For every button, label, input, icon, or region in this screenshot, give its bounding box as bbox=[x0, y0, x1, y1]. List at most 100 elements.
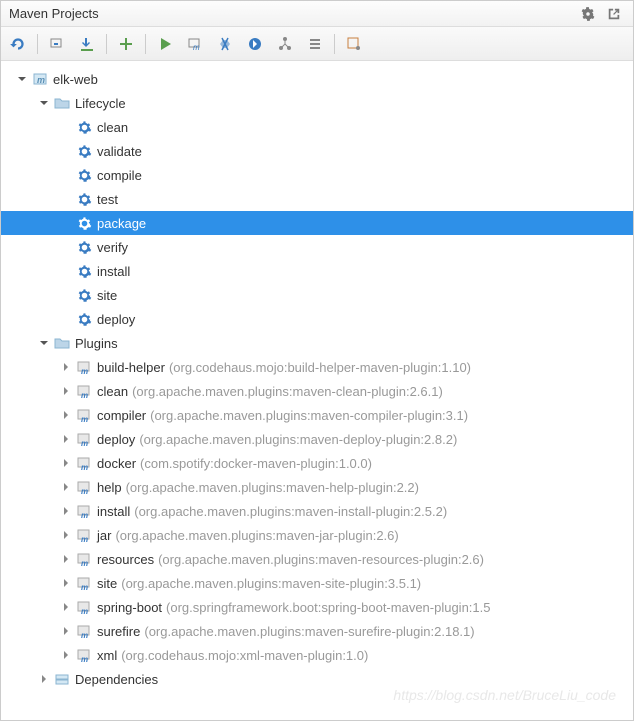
plugin-xml[interactable]: mxml(org.codehaus.mojo:xml-maven-plugin:… bbox=[1, 643, 633, 667]
svg-text:m: m bbox=[37, 75, 45, 85]
svg-text:m: m bbox=[81, 655, 88, 663]
gear-icon bbox=[75, 238, 93, 256]
panel-header: Maven Projects bbox=[1, 1, 633, 27]
minimize-icon[interactable] bbox=[603, 3, 625, 25]
chevron-down-icon[interactable] bbox=[15, 72, 29, 86]
plugin-site[interactable]: msite(org.apache.maven.plugins:maven-sit… bbox=[1, 571, 633, 595]
chevron-right-icon[interactable] bbox=[59, 504, 73, 518]
dependency-graph-icon[interactable] bbox=[274, 33, 296, 55]
svg-text:m: m bbox=[81, 487, 88, 495]
chevron-right-icon[interactable] bbox=[59, 528, 73, 542]
plugins-node[interactable]: Plugins bbox=[1, 331, 633, 355]
gear-icon bbox=[75, 142, 93, 160]
plugin-spring-boot[interactable]: mspring-boot(org.springframework.boot:sp… bbox=[1, 595, 633, 619]
gear-icon bbox=[75, 118, 93, 136]
download-icon[interactable] bbox=[76, 33, 98, 55]
svg-text:m: m bbox=[81, 463, 88, 471]
chevron-right-icon[interactable] bbox=[59, 360, 73, 374]
plugin-build-helper[interactable]: mbuild-helper(org.codehaus.mojo:build-he… bbox=[1, 355, 633, 379]
gear-icon bbox=[75, 214, 93, 232]
plugin-detail: (org.springframework.boot:spring-boot-ma… bbox=[166, 600, 490, 615]
plugin-install[interactable]: minstall(org.apache.maven.plugins:maven-… bbox=[1, 499, 633, 523]
plugin-label: surefire bbox=[97, 624, 140, 639]
lifecycle-goal-validate[interactable]: validate bbox=[1, 139, 633, 163]
gear-icon bbox=[75, 286, 93, 304]
lifecycle-goal-site[interactable]: site bbox=[1, 283, 633, 307]
dependencies-icon bbox=[53, 670, 71, 688]
header-actions bbox=[577, 3, 625, 25]
plugin-help[interactable]: mhelp(org.apache.maven.plugins:maven-hel… bbox=[1, 475, 633, 499]
plugin-label: site bbox=[97, 576, 117, 591]
plugin-icon: m bbox=[75, 550, 93, 568]
plugin-detail: (org.apache.maven.plugins:maven-jar-plug… bbox=[115, 528, 398, 543]
plugin-icon: m bbox=[75, 574, 93, 592]
lifecycle-goal-deploy[interactable]: deploy bbox=[1, 307, 633, 331]
goal-label: install bbox=[97, 264, 130, 279]
chevron-down-icon[interactable] bbox=[37, 96, 51, 110]
refresh-icon[interactable] bbox=[7, 33, 29, 55]
plugin-compiler[interactable]: mcompiler(org.apache.maven.plugins:maven… bbox=[1, 403, 633, 427]
lifecycle-node[interactable]: Lifecycle bbox=[1, 91, 633, 115]
plugin-label: build-helper bbox=[97, 360, 165, 375]
chevron-right-icon[interactable] bbox=[59, 432, 73, 446]
collapse-icon[interactable] bbox=[46, 33, 68, 55]
run-icon[interactable] bbox=[154, 33, 176, 55]
plugin-label: clean bbox=[97, 384, 128, 399]
goal-label: clean bbox=[97, 120, 128, 135]
lifecycle-goal-verify[interactable]: verify bbox=[1, 235, 633, 259]
svg-text:m: m bbox=[193, 43, 200, 52]
chevron-right-icon[interactable] bbox=[59, 600, 73, 614]
skip-tests-icon[interactable] bbox=[214, 33, 236, 55]
plugin-surefire[interactable]: msurefire(org.apache.maven.plugins:maven… bbox=[1, 619, 633, 643]
project-tree[interactable]: m elk-web Lifecycle clean validatecompiletes… bbox=[1, 61, 633, 720]
plugin-icon: m bbox=[75, 406, 93, 424]
plugin-icon: m bbox=[75, 526, 93, 544]
plugin-docker[interactable]: mdocker(com.spotify:docker-maven-plugin:… bbox=[1, 451, 633, 475]
chevron-right-icon[interactable] bbox=[59, 576, 73, 590]
gear-icon bbox=[75, 190, 93, 208]
dependencies-node[interactable]: Dependencies bbox=[1, 667, 633, 691]
maven-settings-icon[interactable] bbox=[343, 33, 365, 55]
lifecycle-label: Lifecycle bbox=[75, 96, 126, 111]
goal-label: package bbox=[97, 216, 146, 231]
project-label: elk-web bbox=[53, 72, 98, 87]
project-node[interactable]: m elk-web bbox=[1, 67, 633, 91]
svg-text:m: m bbox=[81, 607, 88, 615]
svg-text:m: m bbox=[81, 631, 88, 639]
chevron-down-icon[interactable] bbox=[37, 336, 51, 350]
svg-text:m: m bbox=[81, 391, 88, 399]
chevron-right-icon[interactable] bbox=[59, 456, 73, 470]
collapse-all-icon[interactable] bbox=[304, 33, 326, 55]
plugin-deploy[interactable]: mdeploy(org.apache.maven.plugins:maven-d… bbox=[1, 427, 633, 451]
plugin-detail: (org.apache.maven.plugins:maven-help-plu… bbox=[126, 480, 419, 495]
offline-icon[interactable] bbox=[244, 33, 266, 55]
lifecycle-goal-clean[interactable]: clean bbox=[1, 115, 633, 139]
plugin-jar[interactable]: mjar(org.apache.maven.plugins:maven-jar-… bbox=[1, 523, 633, 547]
chevron-right-icon[interactable] bbox=[59, 552, 73, 566]
lifecycle-goal-install[interactable]: install bbox=[1, 259, 633, 283]
plugin-icon: m bbox=[75, 382, 93, 400]
chevron-right-icon[interactable] bbox=[59, 408, 73, 422]
chevron-right-icon[interactable] bbox=[37, 672, 51, 686]
plugin-icon: m bbox=[75, 598, 93, 616]
lifecycle-goal-package[interactable]: package bbox=[1, 211, 633, 235]
chevron-right-icon[interactable] bbox=[59, 624, 73, 638]
gear-icon bbox=[75, 262, 93, 280]
settings-icon[interactable] bbox=[577, 3, 599, 25]
chevron-right-icon[interactable] bbox=[59, 480, 73, 494]
svg-text:m: m bbox=[81, 559, 88, 567]
chevron-right-icon[interactable] bbox=[59, 384, 73, 398]
lifecycle-goal-compile[interactable]: compile bbox=[1, 163, 633, 187]
lifecycle-goal-test[interactable]: test bbox=[1, 187, 633, 211]
plugin-label: resources bbox=[97, 552, 154, 567]
plugin-resources[interactable]: m resources (org.apache.maven.plugins:mave… bbox=[1, 547, 633, 571]
plugin-detail: (org.apache.maven.plugins:maven-resource… bbox=[158, 552, 484, 567]
plugin-clean[interactable]: mclean(org.apache.maven.plugins:maven-cl… bbox=[1, 379, 633, 403]
svg-text:m: m bbox=[81, 511, 88, 519]
add-icon[interactable] bbox=[115, 33, 137, 55]
svg-text:m: m bbox=[81, 535, 88, 543]
plugin-detail: (org.codehaus.mojo:build-helper-maven-pl… bbox=[169, 360, 471, 375]
plugin-icon: m bbox=[75, 478, 93, 496]
run-config-icon[interactable]: m bbox=[184, 33, 206, 55]
chevron-right-icon[interactable] bbox=[59, 648, 73, 662]
